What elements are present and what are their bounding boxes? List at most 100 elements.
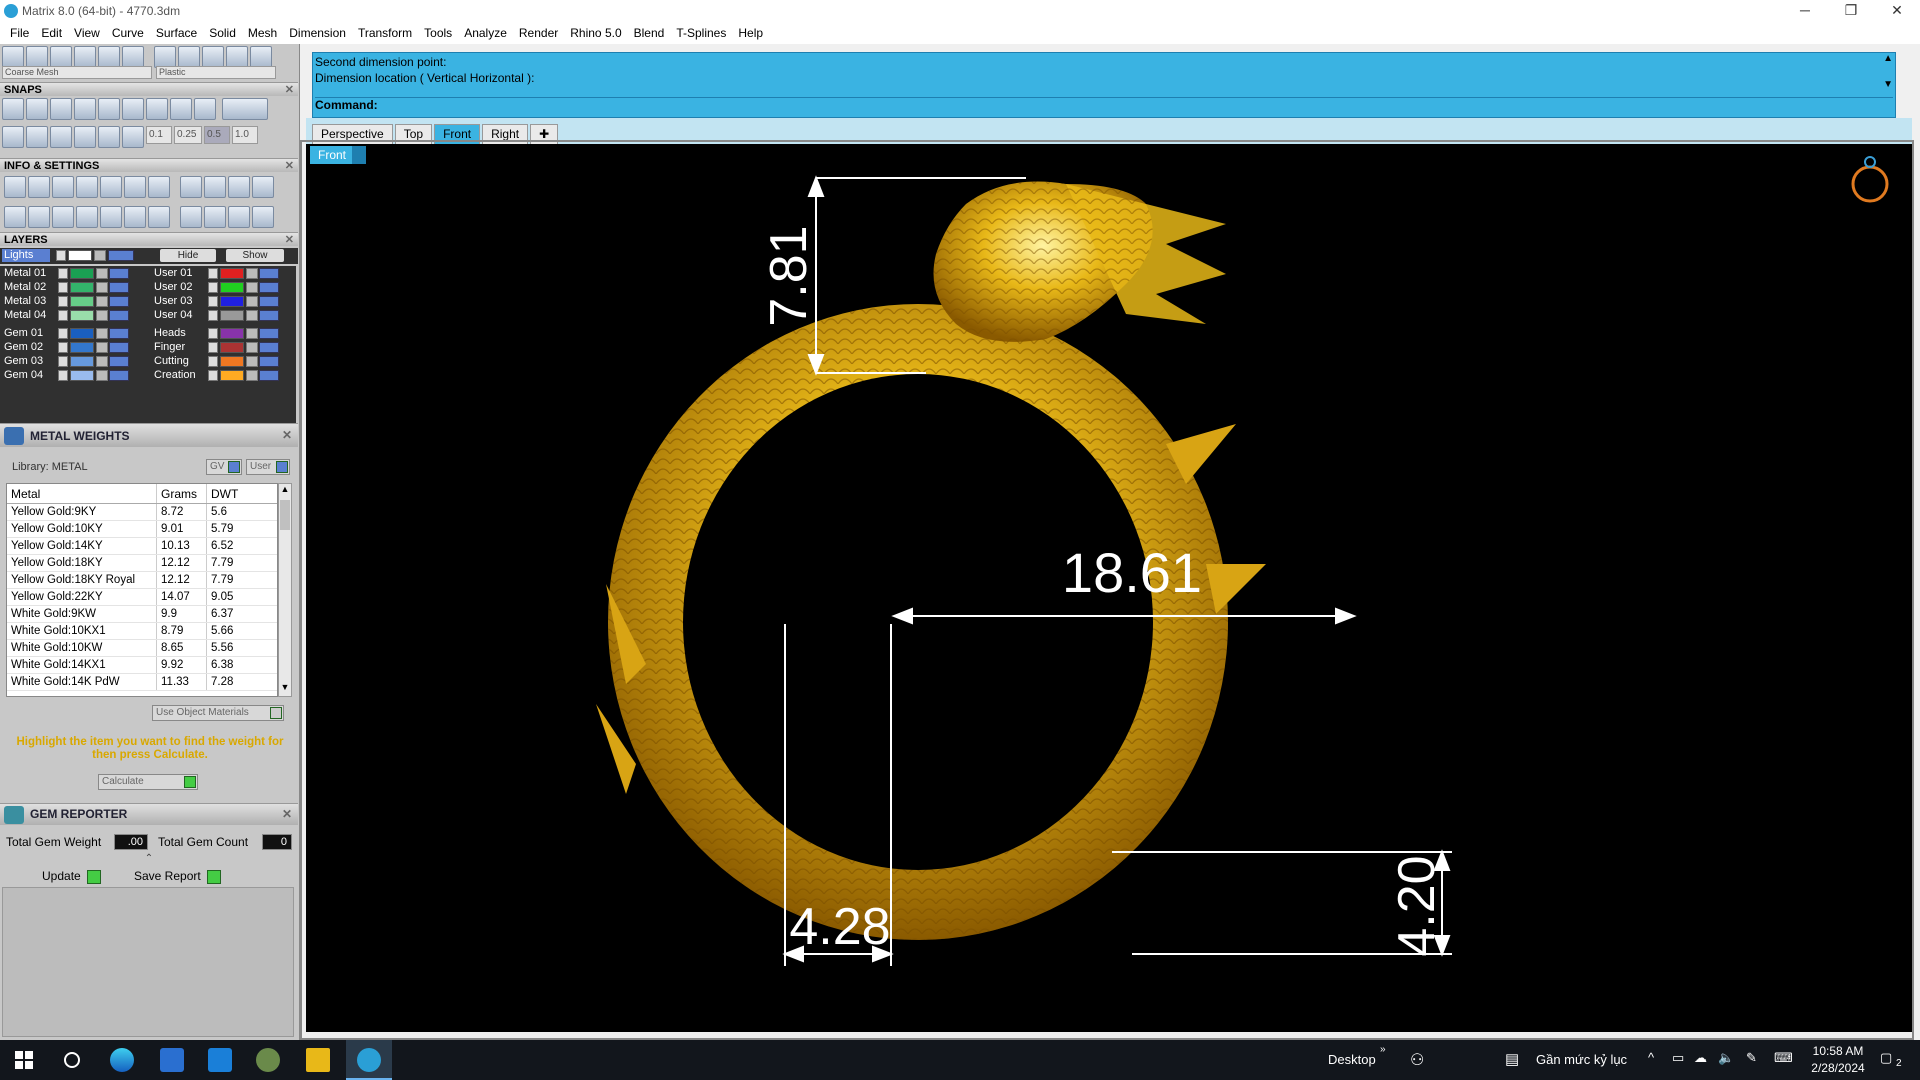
planar-icon[interactable] <box>26 126 48 148</box>
layer-color-swatch[interactable] <box>220 355 244 367</box>
layer-visibility-icon[interactable] <box>109 309 129 321</box>
layer-arrow-icon[interactable] <box>208 369 218 381</box>
layer-lock-icon[interactable] <box>246 369 258 381</box>
menu-tools[interactable]: Tools <box>418 26 458 40</box>
layer-lock-icon[interactable] <box>96 267 108 279</box>
layer-color-swatch[interactable] <box>70 295 94 307</box>
layer-arrow-icon[interactable] <box>208 355 218 367</box>
viewports-icon[interactable] <box>4 206 26 228</box>
tab-front[interactable]: Front <box>434 124 481 144</box>
menu-view[interactable]: View <box>68 26 106 40</box>
snap-center-icon[interactable] <box>146 98 168 120</box>
cursor-icon[interactable] <box>124 206 146 228</box>
column-metal[interactable]: Metal <box>7 484 157 503</box>
table-row[interactable]: Yellow Gold:22KY 14.07 9.05 <box>7 589 277 606</box>
layer-row[interactable]: User 01 <box>152 266 279 280</box>
layer-arrow-icon[interactable] <box>58 281 68 293</box>
file-explorer-icon[interactable] <box>306 1048 330 1072</box>
edge-browser-icon[interactable] <box>110 1048 134 1072</box>
table-row[interactable]: White Gold:14K PdW 11.33 7.28 <box>7 674 277 691</box>
layer-visibility-icon[interactable] <box>109 267 129 279</box>
window-icon[interactable] <box>28 206 50 228</box>
layer-color-swatch[interactable] <box>220 309 244 321</box>
tab-right[interactable]: Right <box>482 124 529 144</box>
menu-dimension[interactable]: Dimension <box>283 26 352 40</box>
user-toggle[interactable]: User <box>246 459 290 475</box>
people-icon[interactable]: ⚇ <box>1410 1050 1424 1070</box>
cube-icon[interactable] <box>52 206 74 228</box>
layer-row[interactable]: Gem 01 <box>2 326 129 340</box>
layer-arrow-icon[interactable] <box>58 341 68 353</box>
layer-visibility-icon[interactable] <box>259 295 279 307</box>
layer-color-swatch[interactable] <box>70 281 94 293</box>
layer-lock-icon[interactable] <box>246 295 258 307</box>
tab-perspective[interactable]: Perspective <box>312 124 393 144</box>
menu-file[interactable]: File <box>4 26 35 40</box>
layer-visibility-icon[interactable] <box>259 369 279 381</box>
maximize-button[interactable]: ❐ <box>1828 0 1874 22</box>
layer-lock-icon[interactable] <box>96 355 108 367</box>
render-icon[interactable] <box>98 46 120 68</box>
layer-row[interactable]: User 03 <box>152 294 279 308</box>
material-sphere-5-icon[interactable] <box>250 46 272 68</box>
layer-lock-icon[interactable] <box>96 369 108 381</box>
snap-step-4[interactable]: 1.0 <box>232 126 258 144</box>
clock-time[interactable]: 10:58 AM <box>1808 1044 1868 1058</box>
front-viewport[interactable]: Front 7.81 18.61 4.28 4.20 <box>306 144 1912 1032</box>
layer-arrow-icon[interactable] <box>58 355 68 367</box>
menu-solid[interactable]: Solid <box>203 26 242 40</box>
material-dropdown[interactable]: Plastic <box>156 66 276 79</box>
ortho-icon[interactable] <box>50 126 72 148</box>
tool-a-icon[interactable] <box>180 176 202 198</box>
layer-color-swatch[interactable] <box>220 327 244 339</box>
layer-row[interactable]: Cutting <box>152 354 279 368</box>
layer-color-swatch[interactable] <box>70 369 94 381</box>
toolbar-expand-icon[interactable]: » <box>1380 1044 1386 1055</box>
lights-layer[interactable]: Lights <box>2 249 50 262</box>
tool-e-icon[interactable] <box>180 206 202 228</box>
settings-icon[interactable] <box>4 176 26 198</box>
gem-collapse-icon[interactable]: ⌃ <box>0 853 298 864</box>
close-button[interactable]: ✕ <box>1874 0 1920 22</box>
close-icon[interactable]: ✕ <box>282 428 292 442</box>
tool-h-icon[interactable] <box>252 206 274 228</box>
snap-end-icon[interactable] <box>2 98 24 120</box>
layer-color-swatch[interactable] <box>70 267 94 279</box>
use-object-materials-button[interactable]: Use Object Materials <box>152 705 284 721</box>
layer-row[interactable]: Metal 04 <box>2 308 129 322</box>
layer-row[interactable]: Metal 03 <box>2 294 129 308</box>
layer-row[interactable]: Heads <box>152 326 279 340</box>
sphere-purple-icon[interactable] <box>74 46 96 68</box>
cplane-icon[interactable] <box>98 126 120 148</box>
layer-row[interactable]: Metal 01 <box>2 266 129 280</box>
table-row[interactable]: Yellow Gold:18KY Royal 12.12 7.79 <box>7 572 277 589</box>
layer-lock-icon[interactable] <box>246 309 258 321</box>
layer-row[interactable]: Gem 02 <box>2 340 129 354</box>
layer-lock-icon[interactable] <box>96 309 108 321</box>
layer-arrow-icon[interactable] <box>58 295 68 307</box>
layers-icon[interactable] <box>52 176 74 198</box>
weather-widget[interactable]: Gần mức kỷ lục <box>1536 1052 1627 1067</box>
layer-lock-icon[interactable] <box>96 327 108 339</box>
volume-icon[interactable]: 🔈 <box>1718 1050 1734 1066</box>
layer-color-swatch[interactable] <box>220 267 244 279</box>
shade-icon[interactable] <box>26 46 48 68</box>
filter-icon[interactable] <box>100 206 122 228</box>
mail-icon[interactable] <box>208 1048 232 1072</box>
grid-icon[interactable] <box>2 126 24 148</box>
menu-edit[interactable]: Edit <box>35 26 68 40</box>
lights-lock-icon[interactable] <box>94 250 106 261</box>
layer-lock-icon[interactable] <box>246 267 258 279</box>
column-grams[interactable]: Grams <box>157 484 207 503</box>
snap-tangent-icon[interactable] <box>170 98 192 120</box>
matrix-taskbar-button[interactable] <box>346 1040 392 1080</box>
layer-color-swatch[interactable] <box>220 369 244 381</box>
menu-curve[interactable]: Curve <box>106 26 150 40</box>
menu-help[interactable]: Help <box>732 26 769 40</box>
layer-lock-icon[interactable] <box>246 341 258 353</box>
tool-d-icon[interactable] <box>252 176 274 198</box>
box-icon[interactable] <box>76 176 98 198</box>
layer-visibility-icon[interactable] <box>259 355 279 367</box>
layer-row[interactable]: Metal 02 <box>2 280 129 294</box>
snap-disable-icon[interactable] <box>222 98 268 120</box>
